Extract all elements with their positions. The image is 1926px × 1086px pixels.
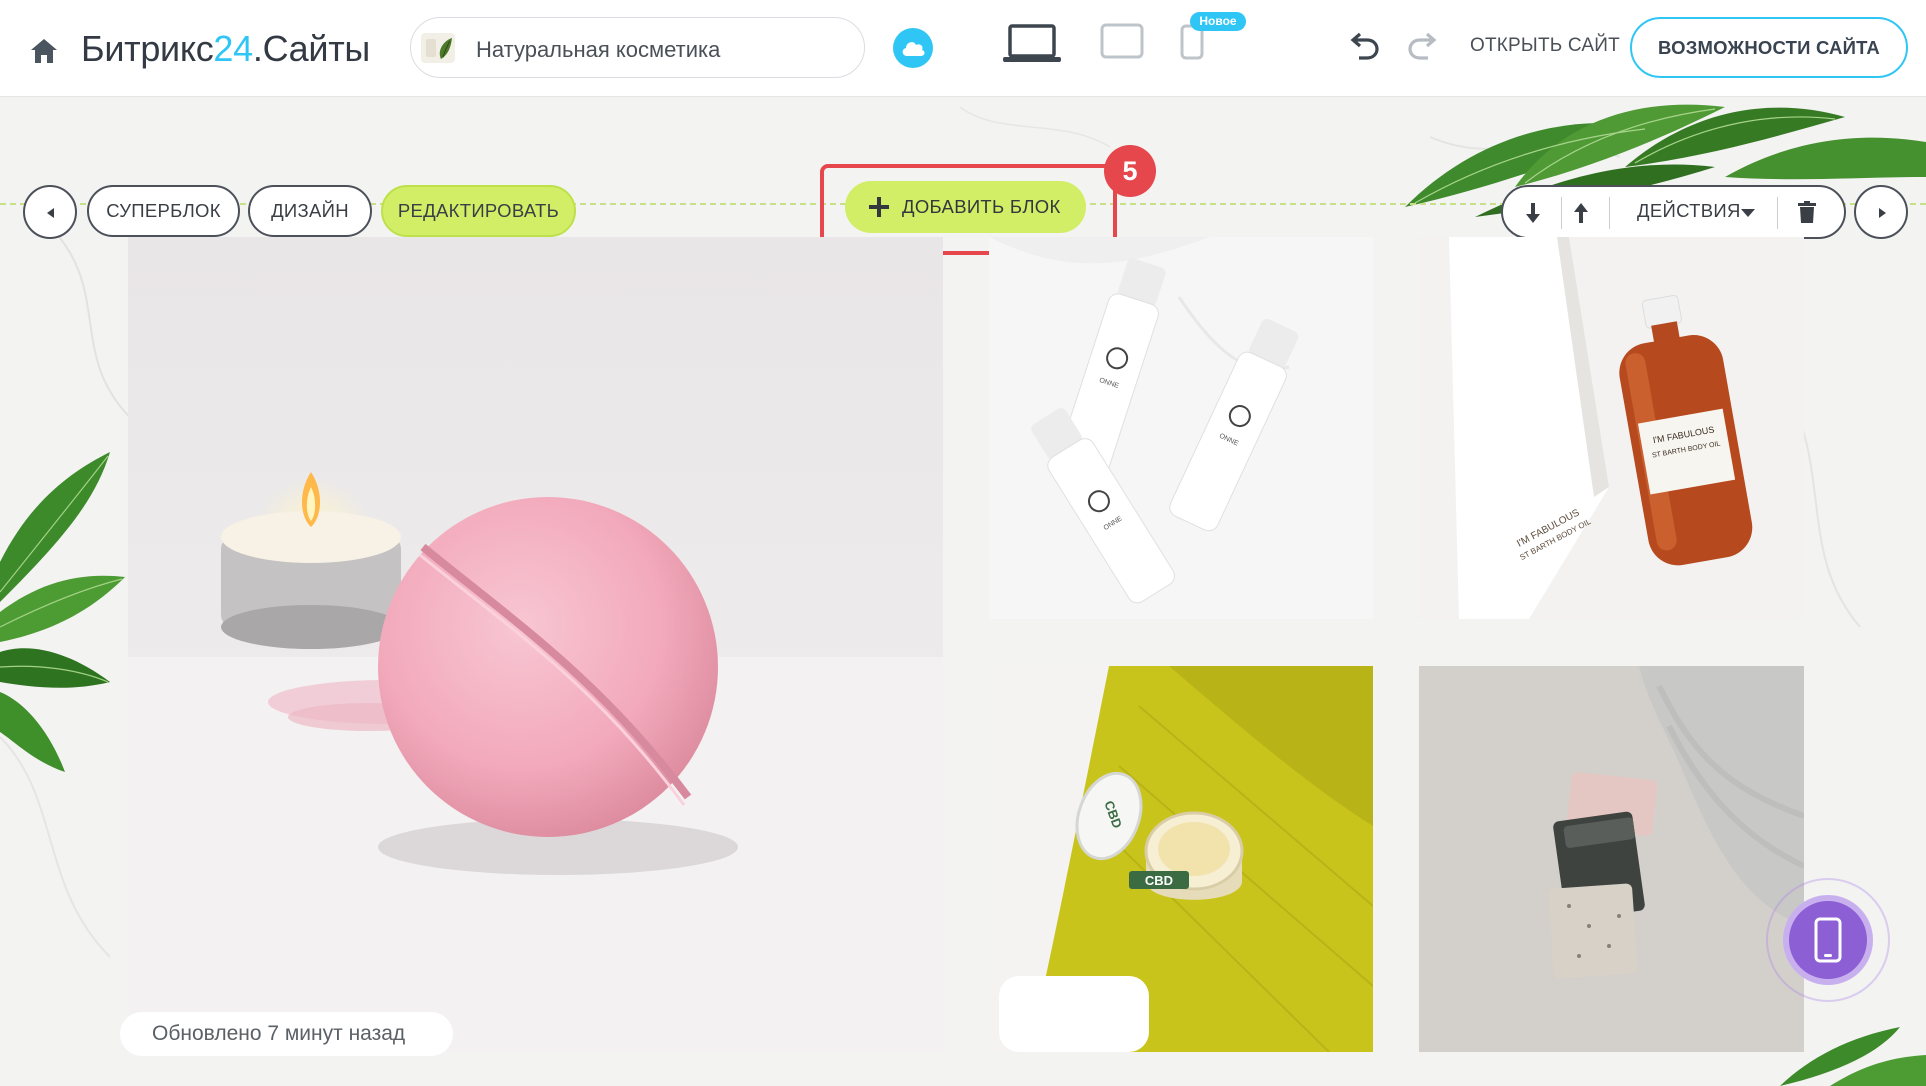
cloud-icon[interactable] <box>893 28 933 68</box>
undo-icon[interactable] <box>1345 30 1381 64</box>
svg-text:CBD: CBD <box>1145 873 1173 888</box>
caret-right-icon <box>1879 208 1886 218</box>
step-number-badge: 5 <box>1104 145 1156 197</box>
design-button[interactable]: ДИЗАЙН <box>248 185 372 237</box>
top-bar: Битрикс24.Сайты Натуральная косметика Но… <box>0 0 1926 97</box>
photo-white-bottles[interactable]: ONNE ONNE ONNE <box>989 237 1373 619</box>
logo-accent: 24 <box>213 28 253 69</box>
logo-text: Битрикс <box>81 28 214 69</box>
open-site-link[interactable]: ОТКРЫТЬ САЙТ <box>1470 35 1620 57</box>
move-up-icon[interactable] <box>1573 202 1589 224</box>
redo-icon[interactable] <box>1406 30 1442 64</box>
last-updated-status: Обновлено 7 минут назад <box>120 1012 453 1056</box>
site-thumbnail <box>421 33 455 63</box>
block-actions-group: ДЕЙСТВИЯ <box>1501 185 1846 239</box>
separator <box>1561 197 1562 229</box>
separator <box>1777 197 1778 229</box>
prev-block-button[interactable] <box>23 185 77 239</box>
leaves-decoration-left <box>0 452 125 772</box>
home-icon[interactable] <box>30 38 58 64</box>
separator <box>1609 197 1610 229</box>
new-badge: Новое <box>1190 12 1246 31</box>
photo-cbd-balm[interactable]: CBD CBD <box>989 666 1373 1052</box>
logo-suffix: .Сайты <box>252 28 370 69</box>
superblock-button[interactable]: СУПЕРБЛОК <box>87 185 240 237</box>
site-name: Натуральная косметика <box>476 37 721 62</box>
site-selector[interactable]: Натуральная косметика <box>410 17 865 78</box>
photo-soap-bars[interactable] <box>1419 666 1804 1052</box>
trash-icon[interactable] <box>1798 201 1816 223</box>
next-block-button[interactable] <box>1854 185 1908 239</box>
app-logo[interactable]: Битрикс24.Сайты <box>81 28 370 70</box>
photo-bath-bomb[interactable] <box>128 237 943 1052</box>
phone-icon <box>1814 917 1842 963</box>
move-down-icon[interactable] <box>1525 202 1541 224</box>
photo-body-oil[interactable]: I'M FABULOUS ST BARTH BODY OIL I'M FABUL… <box>1419 237 1804 619</box>
actions-menu[interactable]: ДЕЙСТВИЯ <box>1637 200 1741 222</box>
edit-button[interactable]: РЕДАКТИРОВАТЬ <box>381 185 576 237</box>
site-features-button[interactable]: ВОЗМОЖНОСТИ САЙТА <box>1630 17 1908 78</box>
mobile-preview-button[interactable] <box>1766 878 1890 1002</box>
tablet-view-icon[interactable] <box>1100 23 1144 59</box>
desktop-view-icon[interactable] <box>1002 22 1062 64</box>
caret-left-icon <box>47 208 54 218</box>
mobile-preview-inner <box>1783 895 1873 985</box>
chevron-down-icon <box>1741 209 1755 217</box>
